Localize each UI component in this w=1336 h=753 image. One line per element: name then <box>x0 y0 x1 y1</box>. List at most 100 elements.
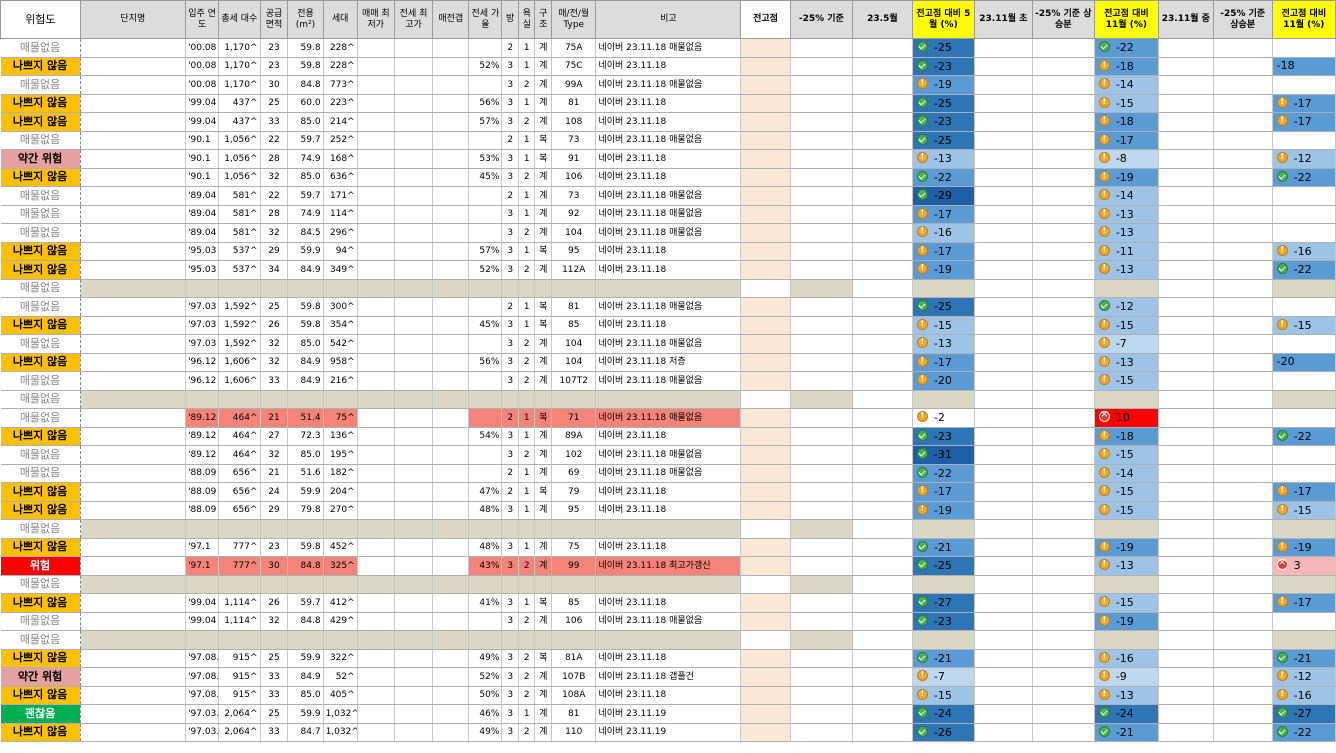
may-pct-cell[interactable]: -21 <box>912 649 975 668</box>
risk-level-cell[interactable]: 나쁘지 않음 <box>0 686 81 705</box>
previous-high-cell[interactable] <box>740 649 791 668</box>
nov-early-rise-cell[interactable] <box>1032 353 1095 372</box>
move-in-year-cell[interactable]: '97.08. <box>185 649 220 668</box>
nov-early-pct-cell[interactable]: -12 <box>1094 297 1159 317</box>
exclusive-area-cell[interactable]: 59.9 <box>287 704 324 724</box>
minus25-cell[interactable] <box>790 75 853 95</box>
units-cell[interactable]: 114^ <box>323 205 358 224</box>
risk-level-cell[interactable]: 매물없음 <box>0 630 81 650</box>
note-cell[interactable]: 네이버 23.11.18 <box>595 94 742 113</box>
nov-mid-rise-cell[interactable] <box>1213 464 1273 483</box>
min-sale-price-cell[interactable] <box>357 242 395 261</box>
nov-early-rise-cell[interactable] <box>1032 556 1095 576</box>
bath-cell[interactable]: 1 <box>518 94 536 113</box>
previous-high-cell[interactable] <box>740 205 791 224</box>
risk-level-cell[interactable]: 매물없음 <box>0 464 81 483</box>
type-cell[interactable]: 104 <box>551 223 597 243</box>
gap-cell[interactable] <box>432 371 470 391</box>
supply-area-cell[interactable]: 26 <box>260 593 289 613</box>
may-price-cell[interactable] <box>852 334 913 354</box>
supply-area-cell[interactable]: 25 <box>260 297 289 317</box>
minus25-cell[interactable] <box>790 704 853 724</box>
may-price-cell[interactable] <box>852 501 913 520</box>
bath-cell[interactable]: 2 <box>518 556 536 576</box>
previous-high-cell[interactable] <box>740 556 791 576</box>
structure-cell[interactable]: 복 <box>534 297 553 317</box>
min-sale-price-cell[interactable] <box>357 353 395 372</box>
empty-cell[interactable] <box>218 575 261 594</box>
supply-area-cell[interactable]: 34 <box>260 260 289 280</box>
risk-level-cell[interactable]: 매물없음 <box>0 205 81 224</box>
bath-cell[interactable]: 1 <box>518 482 536 502</box>
column-header[interactable]: 23.5월 <box>851 0 913 39</box>
move-in-year-cell[interactable]: '90.1 <box>185 168 220 187</box>
empty-cell[interactable] <box>287 575 324 594</box>
previous-high-cell[interactable] <box>740 464 791 483</box>
complex-name-cell[interactable] <box>79 168 187 187</box>
structure-cell[interactable]: 계 <box>534 57 553 76</box>
total-units-cell[interactable]: 464^ <box>218 427 261 446</box>
may-price-cell[interactable] <box>852 260 913 280</box>
nov-mid-rise-cell[interactable] <box>1213 408 1273 428</box>
exclusive-area-cell[interactable]: 84.8 <box>287 612 324 631</box>
note-cell[interactable]: 네이버 23.11.19 <box>595 704 742 724</box>
rooms-cell[interactable]: 3 <box>501 334 519 354</box>
rooms-cell[interactable]: 3 <box>501 242 519 261</box>
structure-cell[interactable]: 계 <box>534 667 553 687</box>
supply-area-cell[interactable]: 21 <box>260 464 289 483</box>
empty-cell[interactable] <box>1272 390 1336 409</box>
empty-cell[interactable] <box>1272 279 1336 298</box>
empty-cell[interactable] <box>468 279 503 298</box>
gap-cell[interactable] <box>432 205 470 224</box>
exclusive-area-cell[interactable]: 59.8 <box>287 297 324 317</box>
minus25-cell[interactable] <box>790 316 853 335</box>
note-cell[interactable]: 네이버 23.11.19 <box>595 723 742 742</box>
complex-name-cell[interactable] <box>79 297 187 317</box>
complex-name-cell[interactable] <box>79 75 187 95</box>
structure-cell[interactable]: 계 <box>534 686 553 705</box>
previous-high-cell[interactable] <box>740 131 791 150</box>
nov-mid-price-cell[interactable] <box>1158 334 1214 354</box>
jeonse-ratio-cell[interactable]: 53% <box>468 149 503 169</box>
supply-area-cell[interactable]: 25 <box>260 649 289 668</box>
jeonse-ratio-cell[interactable] <box>468 223 503 243</box>
previous-high-cell[interactable] <box>740 593 791 613</box>
type-cell[interactable]: 108 <box>551 112 597 132</box>
supply-area-cell[interactable]: 29 <box>260 242 289 261</box>
nov-mid-price-cell[interactable] <box>1158 704 1214 724</box>
note-cell[interactable]: 네이버 23.11.18 <box>595 501 742 520</box>
empty-cell[interactable] <box>551 575 597 594</box>
max-jeonse-price-cell[interactable] <box>394 538 434 557</box>
nov-early-pct-cell[interactable]: -19 <box>1094 612 1159 631</box>
max-jeonse-price-cell[interactable] <box>394 464 434 483</box>
type-cell[interactable]: 104 <box>551 353 597 372</box>
bath-cell[interactable]: 2 <box>518 112 536 132</box>
structure-cell[interactable]: 복 <box>534 408 553 428</box>
column-header[interactable]: 매/전/월 Type <box>551 0 597 39</box>
units-cell[interactable]: 958^ <box>323 353 358 372</box>
type-cell[interactable]: 73 <box>551 186 597 206</box>
nov-early-price-cell[interactable] <box>974 408 1033 428</box>
max-jeonse-price-cell[interactable] <box>394 242 434 261</box>
move-in-year-cell[interactable]: '89.04 <box>185 223 220 243</box>
jeonse-ratio-cell[interactable] <box>468 297 503 317</box>
risk-level-cell[interactable]: 약간 위험 <box>0 667 81 687</box>
empty-cell[interactable] <box>185 630 220 650</box>
exclusive-area-cell[interactable]: 84.8 <box>287 75 324 95</box>
minus25-cell[interactable] <box>790 38 853 58</box>
nov-early-rise-cell[interactable] <box>1032 186 1095 206</box>
nov-early-rise-cell[interactable] <box>1032 723 1095 742</box>
nov-early-rise-cell[interactable] <box>1032 223 1095 243</box>
may-pct-cell[interactable]: -15 <box>912 316 975 335</box>
nov-mid-price-cell[interactable] <box>1158 168 1214 187</box>
type-cell[interactable]: 69 <box>551 464 597 483</box>
nov-mid-pct-cell[interactable]: -17 <box>1272 593 1336 613</box>
nov-mid-rise-cell[interactable] <box>1213 297 1273 317</box>
risk-level-cell[interactable]: 나쁘지 않음 <box>0 353 81 372</box>
rooms-cell[interactable]: 3 <box>501 205 519 224</box>
empty-cell[interactable] <box>1158 279 1214 298</box>
empty-cell[interactable] <box>287 390 324 409</box>
bath-cell[interactable]: 2 <box>518 686 536 705</box>
units-cell[interactable]: 542^ <box>323 334 358 354</box>
risk-level-cell[interactable]: 매물없음 <box>0 445 81 465</box>
